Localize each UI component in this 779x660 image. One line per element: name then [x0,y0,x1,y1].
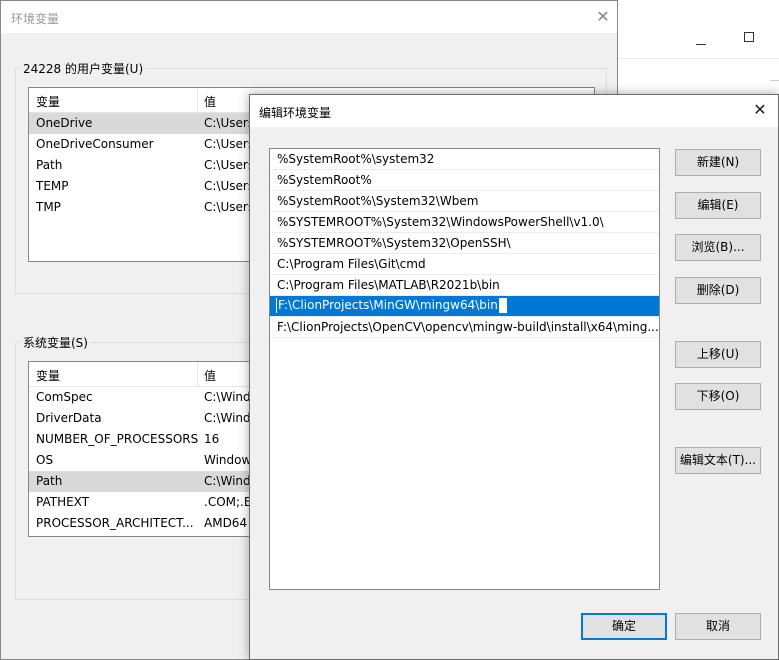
path-item[interactable]: %SYSTEMROOT%\System32\OpenSSH\ [270,233,659,254]
maximize-icon[interactable] [744,32,754,42]
ok-button[interactable]: 确定 [581,613,667,640]
path-item[interactable]: F:\ClionProjects\OpenCV\opencv\mingw-bui… [270,317,659,338]
path-edit-text[interactable]: F:\ClionProjects\MinGW\mingw64\bin [277,298,499,313]
edit-env-var-dialog: 编辑环境变量 ✕ %SystemRoot%\system32 %SystemRo… [249,94,779,660]
browse-button[interactable]: 浏览(B)... [675,234,761,261]
close-icon[interactable]: ✕ [593,7,613,27]
background-window-titlebar [600,20,779,59]
minimize-icon[interactable] [696,44,706,45]
edit-text-button[interactable]: 编辑文本(T)... [675,447,761,474]
user-vars-label: 24228 的用户变量(U) [21,60,146,77]
column-header-name[interactable]: 变量 [36,93,60,110]
path-list[interactable]: %SystemRoot%\system32 %SystemRoot% %Syst… [269,148,660,590]
path-item[interactable]: %SystemRoot%\system32 [270,149,659,170]
path-item[interactable]: %SystemRoot% [270,170,659,191]
path-item[interactable]: %SYSTEMROOT%\System32\WindowsPowerShell\… [270,212,659,233]
column-header-name[interactable]: 变量 [36,367,60,384]
new-button[interactable]: 新建(N) [675,149,761,176]
path-item[interactable]: %SystemRoot%\System32\Wbem [270,191,659,212]
path-item[interactable]: C:\Program Files\MATLAB\R2021b\bin [270,275,659,296]
divider [770,80,779,81]
column-header-value[interactable]: 值 [204,93,216,110]
path-item-selected[interactable]: F:\ClionProjects\MinGW\mingw64\bin [270,296,659,317]
column-header-value[interactable]: 值 [204,367,216,384]
column-divider[interactable] [197,88,198,112]
env-vars-title: 环境变量 [11,12,60,26]
env-vars-titlebar: 环境变量 ✕ [1,1,617,33]
edit-dialog-title: 编辑环境变量 [259,106,332,120]
edit-dialog-titlebar: 编辑环境变量 ✕ [250,95,778,127]
system-vars-label: 系统变量(S) [21,334,90,351]
path-edit-field[interactable]: F:\ClionProjects\MinGW\mingw64\bin [275,297,508,314]
move-down-button[interactable]: 下移(O) [675,383,761,410]
cancel-button[interactable]: 取消 [675,613,761,640]
edit-button[interactable]: 编辑(E) [675,192,761,219]
move-up-button[interactable]: 上移(U) [675,341,761,368]
column-divider[interactable] [197,362,198,386]
path-item[interactable]: C:\Program Files\Git\cmd [270,254,659,275]
close-icon[interactable]: ✕ [750,100,770,120]
delete-button[interactable]: 删除(D) [675,277,761,304]
